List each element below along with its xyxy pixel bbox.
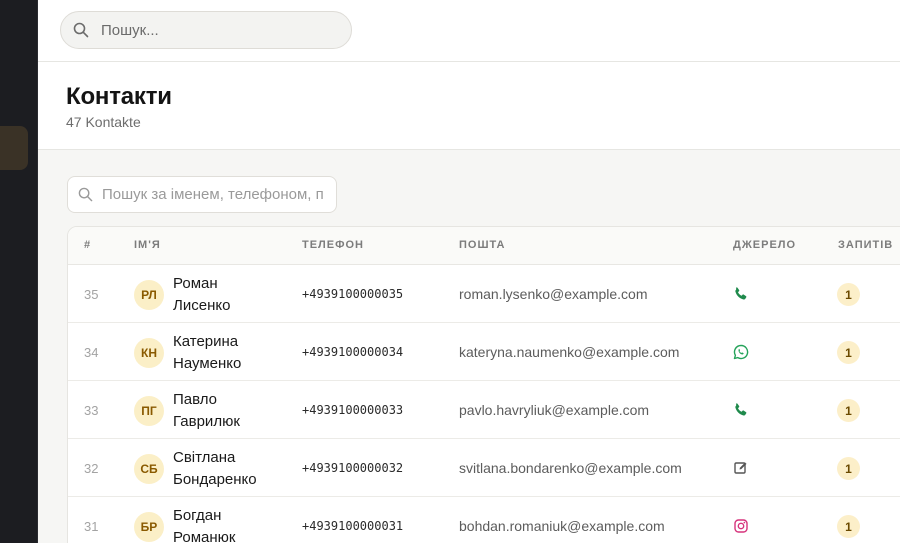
requests-badge: 1 — [837, 283, 860, 306]
table-header: # Ім'я Телефон Пошта Джерело Запитів — [68, 227, 900, 265]
table-row[interactable]: 32 СБ Світлана Бондаренко +4939100000032… — [68, 439, 900, 497]
table-body: 35 РЛ Роман Лисенко +4939100000035 roman… — [68, 265, 900, 543]
global-search[interactable] — [60, 11, 352, 49]
row-number: 31 — [84, 519, 99, 534]
row-number: 33 — [84, 403, 99, 418]
page-header: Контакти 47 Kontakte — [38, 62, 900, 150]
contacts-filter[interactable] — [67, 176, 337, 213]
column-header-source[interactable]: Джерело — [733, 239, 796, 251]
contact-name[interactable]: Павло Гаврилюк — [173, 389, 283, 433]
source-icon — [733, 518, 749, 534]
column-header-name[interactable]: Ім'я — [134, 239, 161, 251]
contact-first-name: Світлана — [173, 449, 236, 466]
contact-first-name: Богдан — [173, 507, 222, 524]
contact-last-name: Лисенко — [173, 297, 231, 314]
column-header-requests[interactable]: Запитів — [838, 239, 893, 251]
contact-name[interactable]: Катерина Науменко — [173, 331, 283, 375]
whatsapp-icon — [733, 344, 749, 360]
row-number: 34 — [84, 345, 99, 360]
avatar: ПГ — [134, 396, 164, 426]
phone-icon — [735, 403, 747, 416]
contacts-filter-input[interactable] — [102, 186, 336, 203]
table-row[interactable]: 33 ПГ Павло Гаврилюк +4939100000033 pavl… — [68, 381, 900, 439]
search-icon — [78, 187, 93, 202]
row-number: 35 — [84, 287, 99, 302]
table-row[interactable]: 35 РЛ Роман Лисенко +4939100000035 roman… — [68, 265, 900, 323]
source-icon — [733, 402, 749, 418]
contacts-count: 47 Kontakte — [66, 114, 141, 130]
avatar: РЛ — [134, 280, 164, 310]
contact-phone: +4939100000031 — [302, 519, 404, 533]
contact-last-name: Науменко — [173, 355, 242, 372]
requests-badge: 1 — [837, 341, 860, 364]
row-number: 32 — [84, 461, 99, 476]
instagram-icon — [734, 519, 748, 533]
contact-email: svitlana.bondarenko@example.com — [459, 460, 682, 476]
form-edit-icon — [734, 462, 747, 474]
avatar: СБ — [134, 454, 164, 484]
sidebar-active-item[interactable] — [0, 126, 28, 170]
column-header-email[interactable]: Пошта — [459, 239, 506, 251]
requests-badge: 1 — [837, 515, 860, 538]
contact-phone: +4939100000033 — [302, 403, 404, 417]
contact-email: roman.lysenko@example.com — [459, 286, 648, 302]
requests-badge: 1 — [837, 399, 860, 422]
contact-first-name: Павло — [173, 391, 218, 408]
column-header-num[interactable]: # — [84, 239, 91, 251]
source-icon — [733, 286, 749, 302]
contact-phone: +4939100000035 — [302, 287, 404, 301]
table-row[interactable]: 34 КН Катерина Науменко +4939100000034 k… — [68, 323, 900, 381]
contact-last-name: Бондаренко — [173, 471, 257, 488]
contact-name[interactable]: Роман Лисенко — [173, 273, 283, 317]
requests-badge: 1 — [837, 457, 860, 480]
contact-first-name: Роман — [173, 275, 218, 292]
contact-last-name: Гаврилюк — [173, 413, 240, 430]
contact-phone: +4939100000034 — [302, 345, 404, 359]
source-icon — [733, 344, 749, 360]
avatar: БР — [134, 512, 164, 542]
contact-name[interactable]: Богдан Романюк — [173, 505, 283, 543]
phone-icon — [735, 287, 747, 300]
contact-email: kateryna.naumenko@example.com — [459, 344, 680, 360]
contact-email: pavlo.havryliuk@example.com — [459, 402, 650, 418]
contact-phone: +4939100000032 — [302, 461, 404, 475]
sidebar — [0, 0, 38, 543]
contact-last-name: Романюк — [173, 529, 236, 543]
search-icon — [73, 22, 89, 38]
contact-first-name: Катерина — [173, 333, 239, 350]
contact-name[interactable]: Світлана Бондаренко — [173, 447, 283, 491]
contacts-table: # Ім'я Телефон Пошта Джерело Запитів 35 … — [67, 226, 900, 543]
topbar — [38, 0, 900, 62]
global-search-input[interactable] — [101, 21, 341, 39]
source-icon — [733, 460, 749, 476]
avatar: КН — [134, 338, 164, 368]
contact-email: bohdan.romaniuk@example.com — [459, 518, 665, 534]
table-row[interactable]: 31 БР Богдан Романюк +4939100000031 bohd… — [68, 497, 900, 543]
column-header-phone[interactable]: Телефон — [302, 239, 364, 251]
page-title: Контакти — [66, 83, 172, 110]
